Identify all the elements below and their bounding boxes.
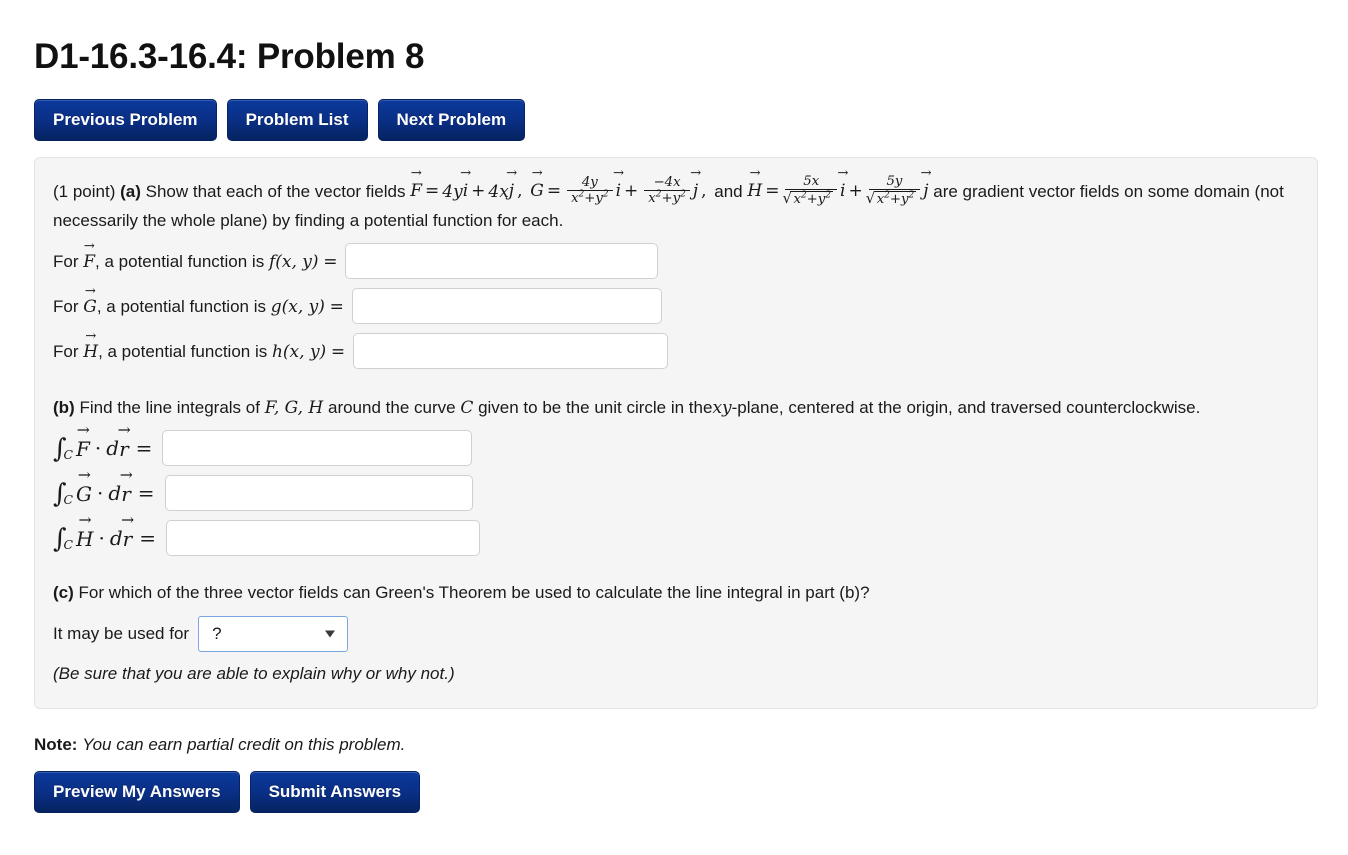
j-hat-icon: j <box>693 177 698 205</box>
line-integral-row-f: ∫C F · dr = <box>53 430 1297 467</box>
problem-page: D1-16.3-16.4: Problem 8 Previous Problem… <box>0 0 1348 813</box>
part-b-text-1: Find the line integrals of <box>79 397 260 417</box>
footer-button-row: Preview My Answers Submit Answers <box>34 770 1316 813</box>
H-frac1-numerator: 5x <box>803 173 820 189</box>
line-integral-row-g: ∫C G · dr = <box>53 475 1297 512</box>
previous-problem-button[interactable]: Previous Problem <box>34 98 217 141</box>
line-integral-row-h: ∫C H · dr = <box>53 520 1297 557</box>
vector-F-symbol: F <box>76 435 90 461</box>
next-problem-button[interactable]: Next Problem <box>377 98 526 141</box>
part-b-marker: (b) <box>53 397 75 417</box>
potential-f-label: For F, a potential function is f(x, y) = <box>53 250 345 272</box>
dropdown-selected-value: ? <box>212 623 222 643</box>
vector-G-symbol: G <box>83 295 97 317</box>
vector-H-symbol: H <box>76 525 93 551</box>
line-integral-g-input[interactable] <box>164 475 473 512</box>
select-prefix-label: It may be used for <box>53 623 190 643</box>
G-frac1-denominator: x2+y2 <box>567 190 613 206</box>
part-c-statement: (c) For which of the three vector fields… <box>53 580 1297 606</box>
H-fraction-1: 5xx2+y2 <box>783 173 837 208</box>
vector-G-symbol: G <box>530 177 544 205</box>
and-text: and <box>714 181 743 201</box>
line-integral-g-label: ∫C G · dr = <box>53 478 165 509</box>
curve-symbol: C <box>460 397 474 418</box>
submit-answers-button[interactable]: Submit Answers <box>249 770 421 813</box>
j-hat-icon: j <box>509 177 514 205</box>
H-frac2-numerator: 5y <box>886 173 903 189</box>
potential-g-label: For G, a potential function is g(x, y) = <box>53 295 352 317</box>
plane-symbol: xy <box>712 397 732 418</box>
H-frac2-denominator: x2+y2 <box>866 189 921 207</box>
potential-h-label: For H, a potential function is h(x, y) = <box>53 340 353 362</box>
potential-function-row-f: For F, a potential function is f(x, y) = <box>53 242 1297 279</box>
line-integral-f-input[interactable] <box>162 430 473 467</box>
preview-my-answers-button[interactable]: Preview My Answers <box>34 770 240 813</box>
green-theorem-select-row: It may be used for ? <box>53 615 1297 652</box>
F-term2-coef: 4x <box>488 181 509 202</box>
dr-symbol: r <box>123 525 133 551</box>
dr-symbol: r <box>119 435 129 461</box>
vector-G-symbol: G <box>76 480 92 506</box>
part-b-text-3: given to be the unit circle in the <box>478 397 713 417</box>
part-c-question: For which of the three vector fields can… <box>78 583 870 603</box>
note-label: Note: <box>34 734 78 754</box>
vector-H-symbol: H <box>747 177 762 205</box>
potential-function-row-h: For H, a potential function is h(x, y) = <box>53 332 1297 369</box>
part-b-text-4: -plane, centered at the origin, and trav… <box>731 397 1201 417</box>
i-hat-icon: i <box>840 177 845 205</box>
H-frac1-denominator: x2+y2 <box>783 189 837 207</box>
G-frac1-numerator: 4y <box>581 174 598 190</box>
line-integral-h-label: ∫C H · dr = <box>53 523 166 554</box>
vector-H-symbol: H <box>83 340 98 362</box>
G-fraction-1: 4y x2+y2 <box>567 174 613 207</box>
part-a-statement: (1 point) (a) Show that each of the vect… <box>53 173 1297 234</box>
line-integral-f-label: ∫C F · dr = <box>53 433 162 464</box>
part-b-text-2: around the curve <box>327 397 456 417</box>
line-integral-h-input[interactable] <box>165 520 480 557</box>
G-frac2-denominator: x2+y2 <box>644 190 690 206</box>
part-c-marker: (c) <box>53 583 74 603</box>
i-hat-icon: i <box>616 177 621 205</box>
F-plus: + <box>471 181 486 202</box>
note-text: You can earn partial credit on this prob… <box>82 734 406 754</box>
part-b-fields: F, G, H <box>264 397 324 418</box>
problem-panel: (1 point) (a) Show that each of the vect… <box>34 156 1318 709</box>
points-label: (1 point) <box>53 181 116 201</box>
part-b-block: (b) Find the line integrals of F, G, H a… <box>53 395 1297 557</box>
vector-F-symbol: F <box>410 177 422 205</box>
F-term1-coef: 4y <box>442 181 463 202</box>
potential-h-input[interactable] <box>353 332 669 369</box>
part-a-intro: Show that each of the vector fields <box>145 181 406 201</box>
potential-function-row-g: For G, a potential function is g(x, y) = <box>53 287 1297 324</box>
potential-f-input[interactable] <box>345 242 659 279</box>
G-frac2-numerator: −4x <box>653 174 681 190</box>
green-theorem-dropdown[interactable]: ? <box>198 615 349 652</box>
partial-credit-note: Note: You can earn partial credit on thi… <box>34 735 1316 755</box>
problem-list-button[interactable]: Problem List <box>226 98 368 141</box>
H-fraction-2: 5yx2+y2 <box>866 173 921 208</box>
navigation-button-row: Previous Problem Problem List Next Probl… <box>34 98 1316 141</box>
i-hat-icon: i <box>463 177 468 205</box>
G-fraction-2: −4x x2+y2 <box>644 174 690 207</box>
vector-F-symbol: F <box>83 250 95 272</box>
chevron-down-icon <box>325 630 336 638</box>
part-a-marker: (a) <box>120 181 141 201</box>
part-c-hint: (Be sure that you are able to explain wh… <box>53 663 455 683</box>
potential-g-input[interactable] <box>351 287 662 324</box>
dr-symbol: r <box>121 480 131 506</box>
page-title: D1-16.3-16.4: Problem 8 <box>34 37 425 76</box>
j-hat-icon: j <box>923 177 928 205</box>
part-c-block: (c) For which of the three vector fields… <box>53 580 1297 684</box>
part-b-statement: (b) Find the line integrals of F, G, H a… <box>53 395 1297 422</box>
